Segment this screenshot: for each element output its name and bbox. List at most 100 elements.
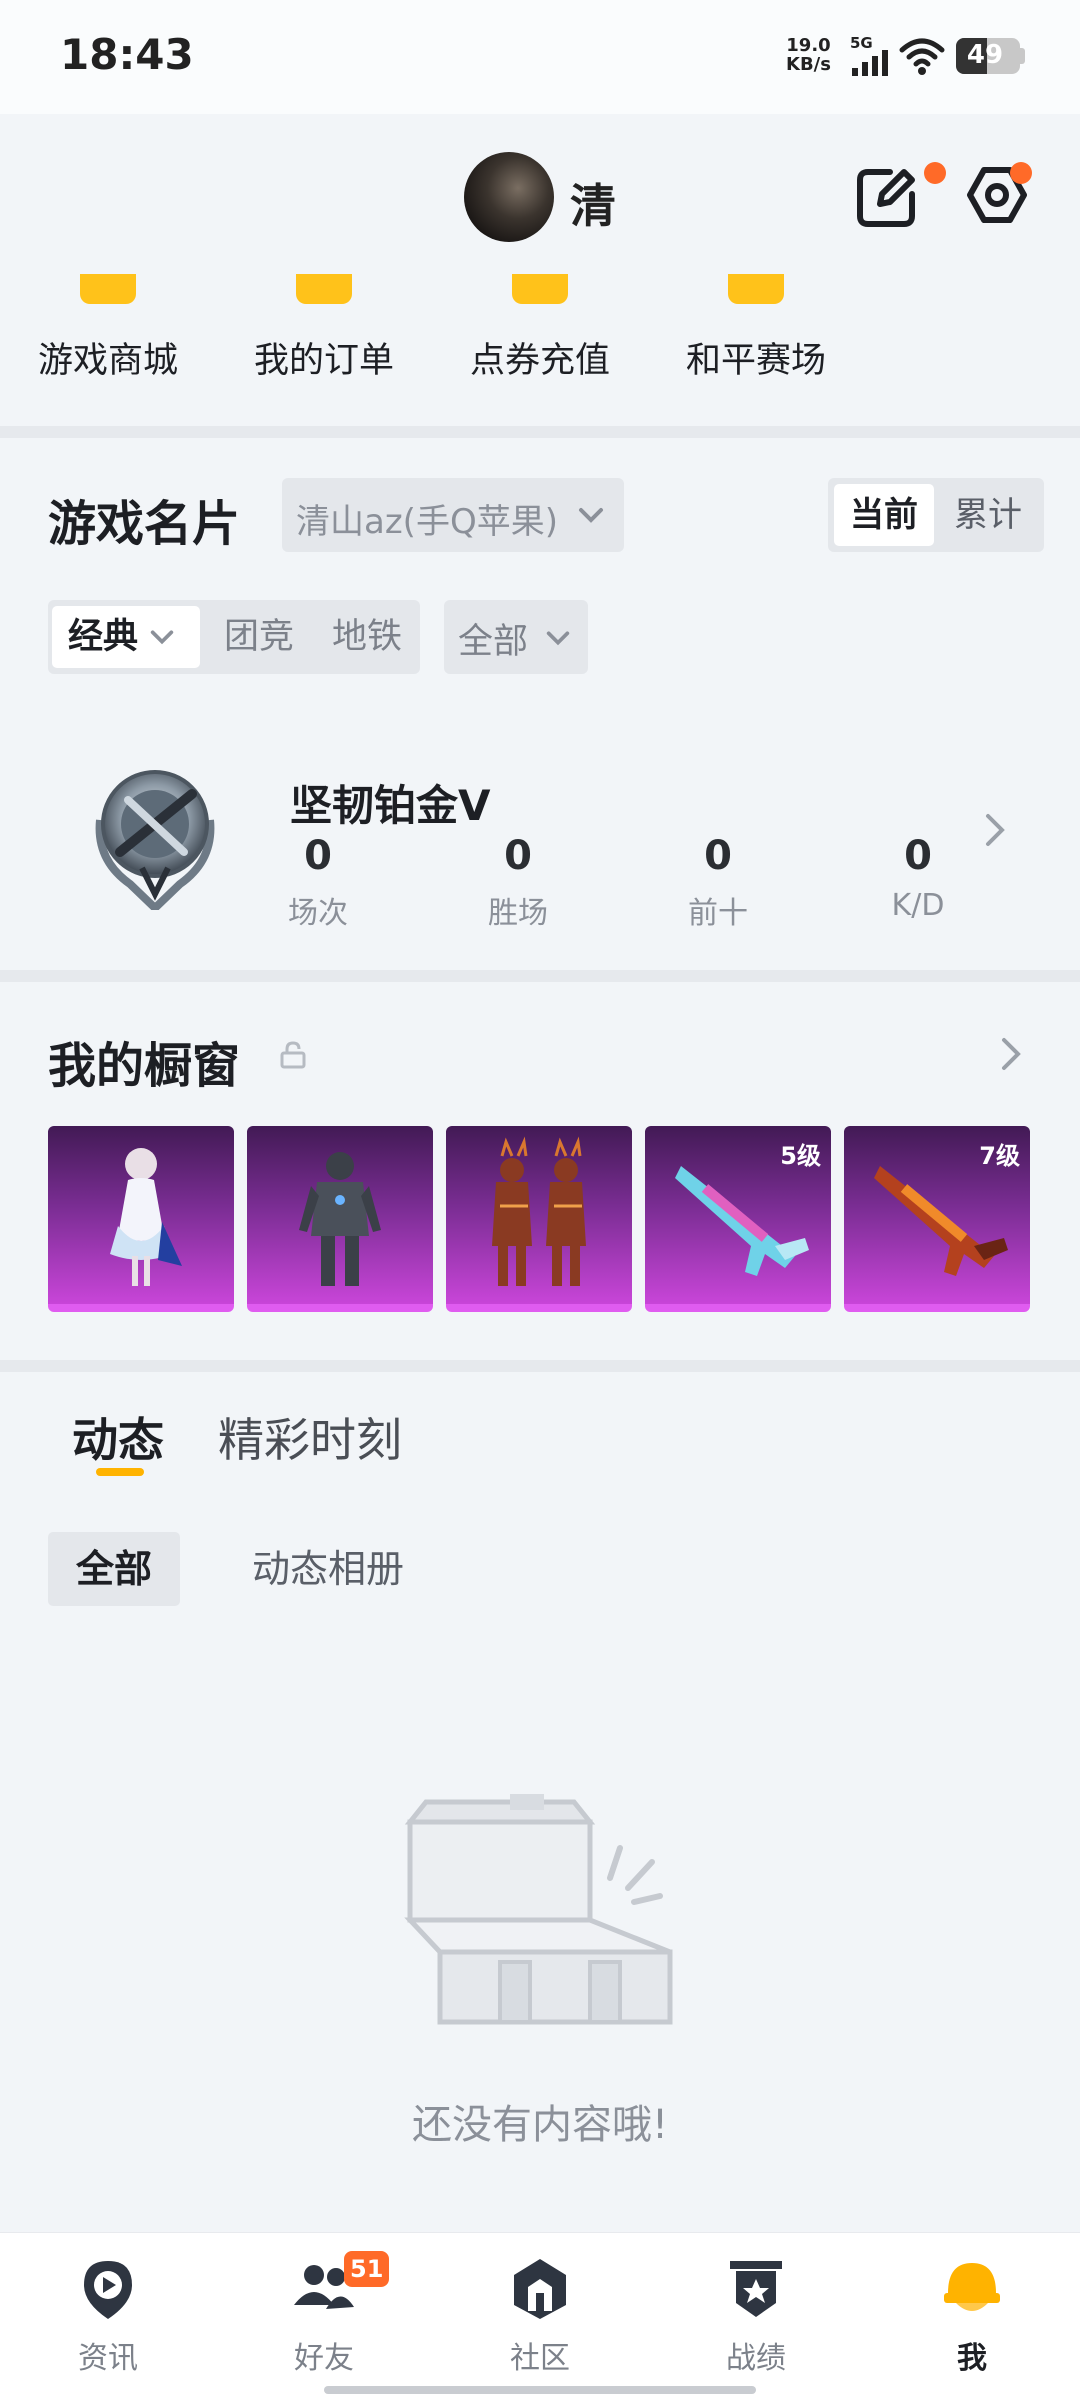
status-time: 18:43: [60, 30, 194, 79]
stat-label: 场次: [288, 896, 348, 931]
nav-label: 社区: [510, 2341, 570, 2376]
quick-action-label: 和平赛场: [685, 341, 826, 381]
voucher-icon: [512, 274, 568, 304]
game-card-section: 游戏名片 清山az(手Q苹果) 当前 累计 经典 团竞 地铁 全部 坚韧铂金Ⅴ …: [0, 440, 1080, 970]
chevron-down-icon: [150, 630, 174, 645]
showcase-item[interactable]: [446, 1126, 632, 1312]
record-shield-icon: [730, 2261, 782, 2317]
nav-label: 好友: [294, 2341, 354, 2376]
quick-actions: 游戏商城 我的订单 点券充值 和平赛场: [0, 274, 1080, 424]
showcase-section: 我的橱窗 5级 7级: [0, 980, 1080, 1360]
orders-icon: [296, 274, 352, 304]
nav-records[interactable]: 战绩: [648, 2255, 864, 2385]
rank-name: 坚韧铂金Ⅴ: [290, 781, 491, 830]
battery-icon: 49: [956, 38, 1020, 74]
quick-action-my-orders[interactable]: 我的订单: [216, 274, 432, 424]
stat-label: 胜场: [488, 896, 548, 931]
mode-tab-metro[interactable]: 地铁: [332, 606, 402, 668]
showcase-item[interactable]: 7级: [844, 1126, 1030, 1312]
quick-action-label: 游戏商城: [37, 341, 178, 381]
showcase-item[interactable]: [48, 1126, 234, 1312]
home-indicator[interactable]: [324, 2386, 756, 2394]
community-icon: [514, 2259, 566, 2319]
divider: [0, 1360, 1080, 1372]
divider: [0, 426, 1080, 438]
mode-tab-classic[interactable]: 经典: [52, 606, 200, 668]
nav-label: 资讯: [78, 2341, 138, 2376]
showcase-item[interactable]: [247, 1126, 433, 1312]
stat-kd: 0 K/D: [858, 834, 978, 923]
quick-action-label: 点券充值: [469, 341, 610, 381]
nav-label: 我: [957, 2341, 987, 2376]
scope-total-button[interactable]: 累计: [938, 484, 1038, 546]
nav-me[interactable]: 我: [864, 2255, 1080, 2385]
subtab-all[interactable]: 全部: [48, 1532, 180, 1606]
nav-community[interactable]: 社区: [432, 2255, 648, 2385]
account-dropdown[interactable]: 清山az(手Q苹果): [282, 478, 624, 552]
mode-tab-label: 经典: [68, 617, 139, 657]
bottom-nav: 资讯 好友 51 社区 战绩 我: [0, 2232, 1080, 2400]
mode-tab-team[interactable]: 团竞: [224, 606, 294, 668]
tab-activity[interactable]: 动态: [72, 1404, 164, 1470]
profile-name[interactable]: 清: [570, 170, 616, 236]
notification-dot: [924, 162, 946, 184]
feed-section: 动态 精彩时刻 全部 动态相册 还没有内容哦!: [0, 1372, 1080, 2232]
quick-action-label: 我的订单: [253, 341, 394, 381]
quick-action-game-store[interactable]: 游戏商城: [0, 274, 216, 424]
game-card-title: 游戏名片: [48, 496, 241, 552]
stat-wins: 0 胜场: [458, 834, 578, 932]
filter-dropdown[interactable]: 全部: [444, 600, 588, 674]
stat-value: 0: [504, 833, 532, 879]
nav-news[interactable]: 资讯: [0, 2255, 216, 2385]
profile-header: 清: [0, 114, 1080, 274]
stat-top10: 0 前十: [658, 834, 778, 932]
showcase-title: 我的橱窗: [48, 1038, 241, 1094]
chevron-right-icon: [986, 814, 1005, 846]
rank-summary[interactable]: 坚韧铂金Ⅴ 0 场次 0 胜场 0 前十 0 K/D: [0, 730, 1080, 950]
stat-label: K/D: [891, 888, 945, 923]
settings-button[interactable]: [962, 162, 1032, 232]
lock-icon[interactable]: [278, 1040, 308, 1070]
notification-dot: [1010, 162, 1032, 184]
avatar[interactable]: [464, 152, 554, 242]
me-helmet-icon: [944, 2263, 1000, 2311]
chevron-down-icon: [579, 508, 603, 523]
tab-highlights[interactable]: 精彩时刻: [218, 1404, 402, 1470]
wifi-icon: [899, 38, 945, 75]
rank-badge-icon: [95, 770, 215, 910]
showcase-items: 5级 7级: [48, 1126, 1032, 1312]
showcase-item[interactable]: 5级: [645, 1126, 831, 1312]
subtab-album[interactable]: 动态相册: [252, 1532, 404, 1606]
empty-box-icon: [404, 1794, 673, 2025]
active-tab-indicator: [96, 1468, 144, 1476]
stat-value: 0: [904, 833, 932, 879]
mode-tabs: 经典 团竞 地铁: [48, 600, 420, 674]
friends-badge: 51: [344, 2251, 390, 2287]
skin-level: 5级: [780, 1142, 821, 1170]
quick-action-recharge[interactable]: 点券充值: [432, 274, 648, 424]
play-pin-icon: [84, 2261, 132, 2319]
skin-level: 7级: [979, 1142, 1020, 1170]
battery-tip: [1020, 48, 1025, 64]
stat-value: 0: [304, 833, 332, 879]
arena-icon: [728, 274, 784, 304]
scope-current-button[interactable]: 当前: [834, 484, 934, 546]
armor-suit-icon: [299, 1152, 381, 1286]
chevron-right-icon[interactable]: [996, 1034, 1026, 1074]
nav-friends[interactable]: 好友 51: [216, 2251, 432, 2385]
network-speed: 19.0 KB/s: [786, 35, 831, 75]
quick-action-arena[interactable]: 和平赛场: [648, 274, 864, 424]
stat-value: 0: [704, 833, 732, 879]
battery-level: 49: [966, 40, 1004, 70]
account-label: 清山az(手Q苹果): [296, 502, 558, 542]
empty-state-text: 还没有内容哦!: [411, 2102, 669, 2148]
edit-profile-button[interactable]: [852, 162, 946, 232]
twin-demon-outfit-icon: [492, 1136, 586, 1286]
filter-label: 全部: [458, 622, 529, 662]
chevron-down-icon: [546, 631, 570, 646]
edit-icon: [857, 169, 915, 227]
store-icon: [80, 274, 136, 304]
stat-matches: 0 场次: [258, 834, 378, 932]
nav-label: 战绩: [726, 2341, 786, 2376]
signal-icon: [852, 50, 888, 76]
